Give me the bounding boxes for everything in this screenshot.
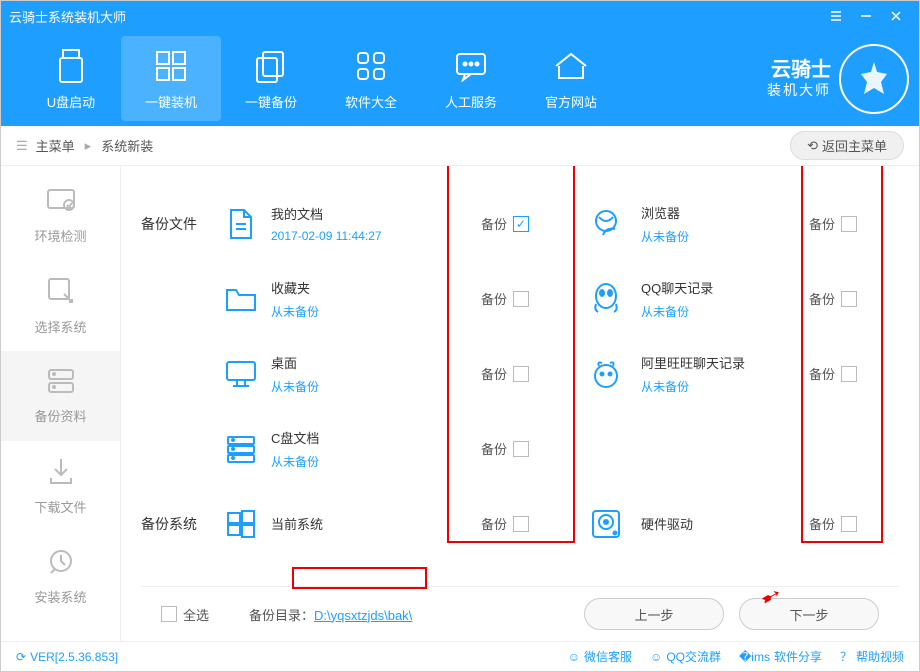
server-icon: [211, 434, 271, 464]
crumb-main[interactable]: 主菜单: [36, 136, 75, 155]
disk-icon: [571, 508, 641, 540]
link-qq-group[interactable]: ☺QQ交流群: [650, 648, 721, 665]
link-wechat[interactable]: ☺微信客服: [568, 648, 632, 665]
nav-usb-boot[interactable]: U盘启动: [21, 36, 121, 121]
sidebar-select-system[interactable]: 选择系统: [1, 261, 120, 351]
wechat-icon: ☺: [568, 650, 580, 664]
sidebar-env-check[interactable]: 环境检测: [1, 171, 120, 261]
link-share[interactable]: �ims软件分享: [739, 648, 822, 665]
windows-icon: [211, 508, 271, 540]
annotation-box: [292, 567, 427, 589]
desktop-icon: [211, 359, 271, 389]
chevron-right-icon: ▸: [85, 138, 92, 154]
backup-dir-link[interactable]: D:\yqsxtzjds\bak\: [314, 608, 412, 623]
annotation-box: [801, 166, 883, 543]
next-button[interactable]: 下一步: [739, 598, 879, 630]
section-sys-label: 备份系统: [141, 514, 211, 534]
document-icon: [211, 207, 271, 241]
return-icon: ⟲: [807, 138, 818, 154]
section-files-label: 备份文件: [141, 214, 211, 234]
select-all[interactable]: 全选: [161, 605, 209, 624]
return-main-button[interactable]: ⟲ 返回主菜单: [790, 131, 904, 160]
app-title: 云骑士系统装机大师: [9, 7, 821, 26]
nav-support[interactable]: 人工服务: [421, 36, 521, 121]
checkbox[interactable]: [161, 606, 177, 622]
sidebar-download[interactable]: 下载文件: [1, 441, 120, 531]
backup-dir: 备份目录：D:\yqsxtzjds\bak\: [249, 605, 412, 624]
sidebar: 环境检测 选择系统 备份资料 下载文件 安装系统: [1, 166, 121, 641]
header-nav: U盘启动 一键装机 一键备份 软件大全 人工服务 官方网站 云骑士装机大师: [1, 31, 919, 126]
close-icon[interactable]: [881, 1, 911, 31]
footer-bar: 全选 备份目录：D:\yqsxtzjds\bak\ 上一步 下一步: [141, 586, 899, 641]
nav-website[interactable]: 官方网站: [521, 36, 621, 121]
minimize-icon[interactable]: [851, 1, 881, 31]
folder-icon: [211, 285, 271, 313]
browser-icon: [571, 207, 641, 241]
version-label[interactable]: ⟳VER[2.5.36.853]: [16, 650, 118, 664]
nav-one-click-install[interactable]: 一键装机: [121, 36, 221, 121]
refresh-icon: ⟳: [16, 650, 26, 664]
nav-one-click-backup[interactable]: 一键备份: [221, 36, 321, 121]
main-content: 备份文件 我的文档2017-02-09 11:44:27 备份 浏览器从未备份 …: [121, 166, 919, 641]
titlebar: 云骑士系统装机大师: [1, 1, 919, 31]
crumb-sub: 系统新装: [101, 136, 153, 155]
status-bar: ⟳VER[2.5.36.853] ☺微信客服 ☺QQ交流群 �ims软件分享 ？…: [1, 641, 919, 671]
qq-small-icon: ☺: [650, 650, 662, 664]
breadcrumb: ☰ 主菜单 ▸ 系统新装 ⟲ 返回主菜单: [1, 126, 919, 166]
knight-icon: [839, 44, 909, 114]
link-help-video[interactable]: ？帮助视频: [840, 648, 904, 665]
brand-logo: 云骑士装机大师: [767, 44, 909, 114]
qq-icon: [571, 282, 641, 316]
wangwang-icon: [571, 358, 641, 390]
sidebar-backup-data[interactable]: 备份资料: [1, 351, 120, 441]
menu-list-icon: ☰: [16, 138, 28, 154]
sidebar-install[interactable]: 安装系统: [1, 531, 120, 621]
menu-icon[interactable]: [821, 1, 851, 31]
nav-software[interactable]: 软件大全: [321, 36, 421, 121]
help-icon: ？: [840, 648, 852, 665]
prev-button[interactable]: 上一步: [584, 598, 724, 630]
share-icon: �ims: [739, 650, 770, 664]
annotation-box: [447, 166, 575, 543]
